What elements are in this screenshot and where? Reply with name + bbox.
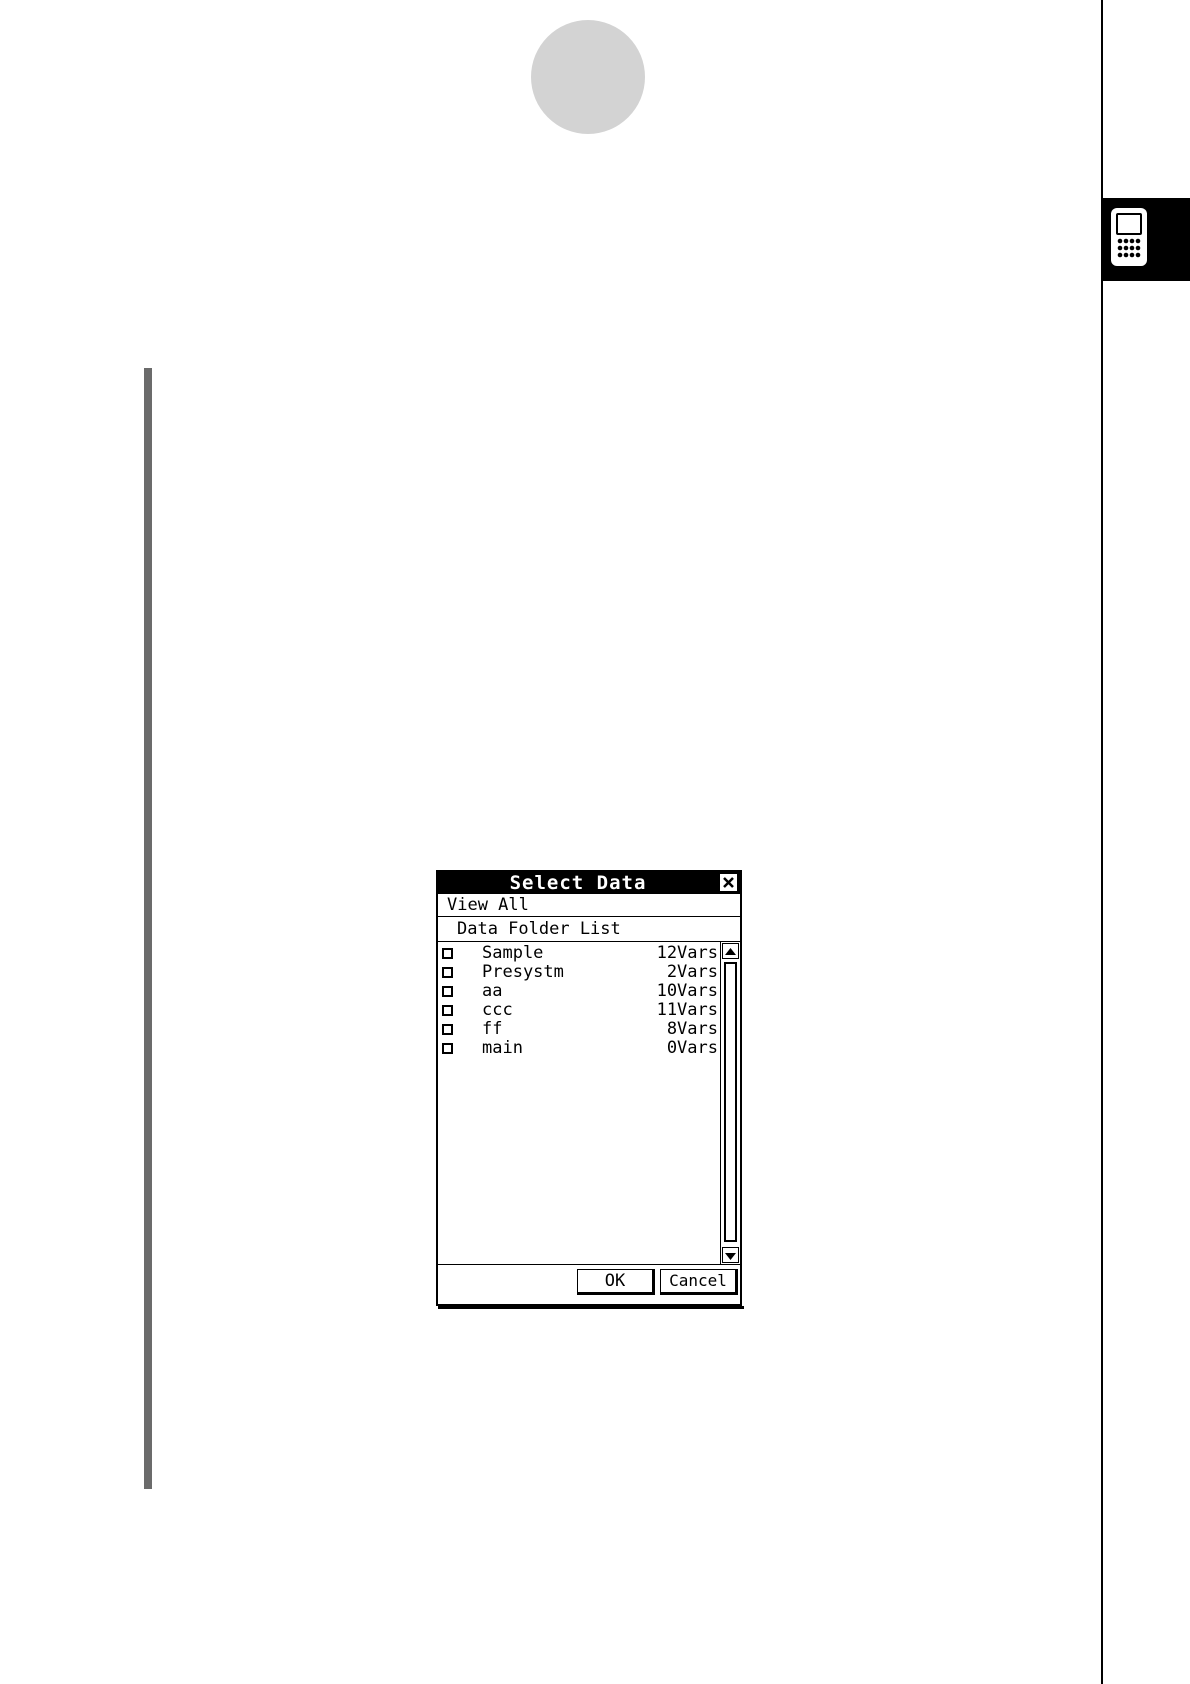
checkbox[interactable]	[442, 967, 453, 978]
scroll-down-button[interactable]	[722, 1247, 739, 1263]
dialog-titlebar: Select Data	[438, 872, 740, 894]
folder-name: Presystm	[482, 962, 564, 982]
folder-var-count: 8Vars	[666, 1019, 718, 1039]
folder-name: Sample	[482, 943, 544, 963]
folder-var-count: 0Vars	[666, 1038, 718, 1058]
list-header-label: Data Folder List	[457, 919, 621, 939]
list-item[interactable]: ff 8Vars	[438, 1020, 720, 1039]
list-item[interactable]: aa 10Vars	[438, 982, 720, 1001]
checkbox[interactable]	[442, 1024, 453, 1035]
folder-name: main	[482, 1038, 523, 1058]
scroll-down-arrow-icon	[725, 1253, 736, 1260]
dialog-title: Select Data	[509, 872, 647, 894]
folder-name: ff	[482, 1019, 503, 1039]
folder-name: ccc	[482, 1000, 513, 1020]
menu-bar: View All	[438, 894, 740, 917]
checkbox[interactable]	[442, 1043, 453, 1054]
dialog-bottom-edge	[438, 1306, 744, 1309]
scroll-up-button[interactable]	[722, 943, 739, 959]
list-item[interactable]: Sample 12Vars	[438, 944, 720, 963]
checkbox[interactable]	[442, 986, 453, 997]
folder-var-count: 2Vars	[666, 962, 718, 982]
list-item[interactable]: main 0Vars	[438, 1039, 720, 1058]
checkbox[interactable]	[442, 1005, 453, 1016]
page-decoration-circle	[531, 20, 645, 134]
select-data-dialog: Select Data View All Data Folder List Sa…	[436, 870, 742, 1306]
folder-var-count: 12Vars	[656, 943, 718, 963]
scroll-up-arrow-icon	[725, 948, 736, 955]
folder-var-count: 10Vars	[656, 981, 718, 1001]
folder-list: Sample 12Vars Presystm 2Vars aa 10Vars c…	[438, 942, 720, 1264]
folder-var-count: 11Vars	[656, 1000, 718, 1020]
cancel-button[interactable]: Cancel	[660, 1269, 738, 1295]
calculator-icon	[1111, 208, 1147, 266]
list-scrollbar[interactable]	[720, 942, 740, 1264]
chapter-tab	[1103, 198, 1190, 281]
folder-name: aa	[482, 981, 503, 1001]
view-all-menu[interactable]: View All	[447, 894, 529, 916]
section-sidebar-bar	[144, 368, 152, 1489]
scroll-track[interactable]	[724, 962, 737, 1242]
ok-button[interactable]: OK	[577, 1269, 655, 1295]
dialog-footer: OK Cancel	[438, 1264, 740, 1305]
list-item[interactable]: Presystm 2Vars	[438, 963, 720, 982]
list-header: Data Folder List	[438, 917, 740, 942]
close-icon	[723, 877, 734, 888]
close-button[interactable]	[720, 874, 737, 891]
checkbox[interactable]	[442, 948, 453, 959]
list-item[interactable]: ccc 11Vars	[438, 1001, 720, 1020]
